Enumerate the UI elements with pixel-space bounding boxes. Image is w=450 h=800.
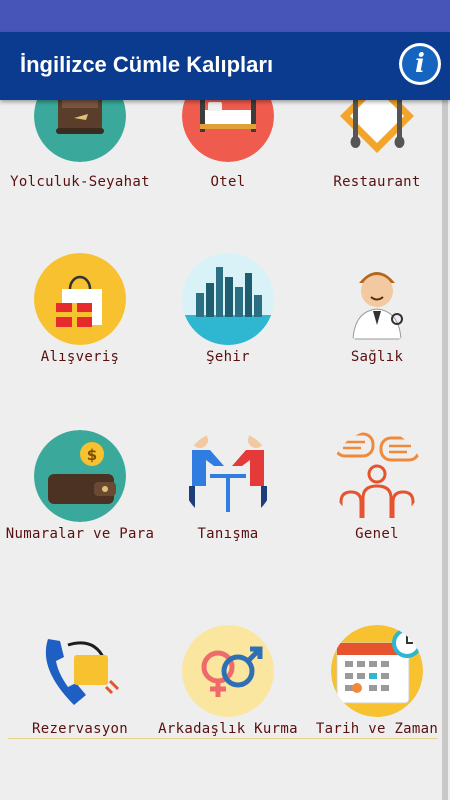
scrollbar[interactable] — [442, 100, 448, 800]
app-bar: İngilizce Cümle Kalıpları — [0, 32, 450, 100]
city-skyline-icon — [182, 253, 274, 345]
info-button[interactable]: i — [399, 43, 441, 85]
gender-symbols-icon — [182, 625, 274, 717]
meeting-people-icon — [182, 430, 274, 522]
category-label: Rezervasyon — [31, 721, 129, 737]
calendar-clock-icon — [331, 625, 423, 717]
category-label: Tanışma — [197, 526, 259, 542]
fork-knife-icon — [331, 100, 423, 162]
category-travel[interactable]: Yolculuk-Seyahat — [5, 100, 155, 200]
category-label: Otel — [210, 174, 246, 190]
category-meeting[interactable]: Tanışma — [153, 430, 303, 570]
category-label: Genel — [355, 526, 399, 542]
category-friendship[interactable]: Arkadaşlık Kurma — [153, 625, 303, 745]
svg-text:$: $ — [87, 446, 97, 464]
shopping-bag-icon — [34, 253, 126, 345]
app-title: İngilizce Cümle Kalıpları — [20, 52, 274, 77]
category-city[interactable]: Şehir — [153, 253, 303, 373]
status-bar — [0, 0, 450, 32]
category-label: Numaralar ve Para — [5, 526, 155, 542]
phone-reservation-icon — [34, 625, 126, 717]
divider — [8, 738, 438, 739]
category-reservation[interactable]: Rezervasyon — [5, 625, 155, 745]
wallet-money-icon: $ — [34, 430, 126, 522]
category-hotel[interactable]: Otel — [153, 100, 303, 200]
category-label: Tarih ve Zaman — [315, 721, 439, 737]
category-label: Restaurant — [333, 174, 421, 190]
hotel-bed-icon — [182, 100, 274, 162]
suitcase-icon — [34, 100, 126, 162]
doctor-icon — [331, 253, 423, 345]
category-label: Şehir — [206, 349, 250, 365]
category-numbers-money[interactable]: $ Numaralar ve Para — [5, 430, 155, 570]
category-label: Yolculuk-Seyahat — [10, 174, 150, 190]
group-chat-icon — [331, 430, 423, 522]
category-restaurant[interactable]: Restaurant — [302, 100, 440, 200]
category-label: Alışveriş — [40, 349, 120, 365]
category-grid: Yolculuk-Seyahat Otel Restaurant Alışver… — [0, 100, 440, 800]
category-general[interactable]: Genel — [302, 430, 440, 570]
category-label: Sağlık — [350, 349, 404, 365]
category-date-time[interactable]: Tarih ve Zaman — [302, 625, 440, 745]
category-label: Arkadaşlık Kurma — [158, 721, 298, 737]
category-shopping[interactable]: Alışveriş — [5, 253, 155, 373]
category-health[interactable]: Sağlık — [302, 253, 440, 373]
info-icon: i — [402, 46, 438, 82]
